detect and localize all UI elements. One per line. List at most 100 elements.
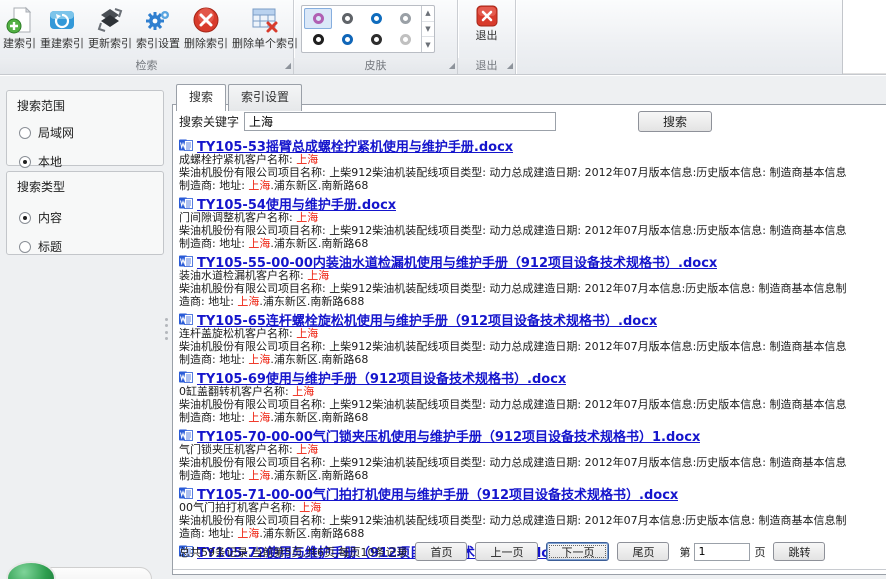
last-page-button[interactable]: 尾页 bbox=[617, 542, 669, 561]
gallery-scroll-up-icon[interactable]: ▲ bbox=[422, 6, 434, 22]
ribbon-group-skin: ▲ ▼ ▼ 皮肤 ◢ bbox=[294, 0, 458, 74]
skin-office-purple-icon bbox=[313, 13, 324, 24]
lan-radio-icon[interactable] bbox=[19, 127, 31, 139]
highlighted-keyword: 上海 bbox=[296, 153, 318, 166]
update-index-label: 更新索引 bbox=[88, 37, 132, 50]
highlighted-keyword: 上海 bbox=[307, 269, 329, 282]
skin-tiles bbox=[302, 6, 421, 52]
result-title-link[interactable]: TY105-55-00-00内装油水道检漏机使用与维护手册（912项目设备技术规… bbox=[197, 252, 717, 271]
content-radio-icon[interactable] bbox=[19, 212, 31, 224]
search-scope-title: 搜索范围 bbox=[17, 97, 153, 114]
result-title-link[interactable]: TY105-54使用与维护手册.docx bbox=[197, 194, 396, 213]
skin-office-blue[interactable] bbox=[333, 30, 361, 51]
page-number-prefix: 第 bbox=[679, 544, 690, 560]
tab-search[interactable]: 搜索 bbox=[176, 84, 226, 111]
ribbon-group-index: 建索引 重建索引 更新索引 索引设置 bbox=[0, 0, 294, 74]
highlighted-keyword: 上海 bbox=[248, 353, 270, 366]
word-document-icon bbox=[179, 312, 193, 326]
highlighted-keyword: 上海 bbox=[248, 411, 270, 424]
ribbon: 建索引 重建索引 更新索引 索引设置 bbox=[0, 0, 886, 75]
update-index-icon bbox=[94, 4, 126, 36]
next-page-button[interactable]: 下一页 bbox=[546, 542, 609, 561]
delete-single-index-button[interactable]: 删除单个索引 bbox=[230, 3, 300, 51]
skin-gallery: ▲ ▼ ▼ bbox=[301, 5, 435, 53]
exit-button[interactable]: 退出 bbox=[473, 3, 501, 43]
first-page-button[interactable]: 首页 bbox=[415, 542, 467, 561]
search-keyword-label: 搜索关键字 bbox=[179, 113, 239, 130]
highlighted-keyword: 上海 bbox=[248, 469, 270, 482]
create-index-icon bbox=[4, 4, 36, 36]
result-title-link[interactable]: TY105-53摇臂总成螺栓拧紧机使用与维护手册.docx bbox=[197, 136, 513, 155]
gallery-scroll-down-icon[interactable]: ▼ bbox=[422, 22, 434, 38]
skin-office-light[interactable] bbox=[391, 30, 419, 51]
index-settings-button[interactable]: 索引设置 bbox=[134, 3, 182, 51]
result-title-link[interactable]: TY105-69使用与维护手册（912项目设备技术规格书）.docx bbox=[197, 368, 566, 387]
highlighted-keyword: 上海 bbox=[248, 237, 270, 250]
highlighted-keyword: 上海 bbox=[248, 179, 270, 192]
update-index-button[interactable]: 更新索引 bbox=[86, 3, 134, 51]
radio-content[interactable]: 内容 bbox=[19, 209, 153, 226]
prev-page-button[interactable]: 上一页 bbox=[475, 542, 538, 561]
search-input[interactable] bbox=[244, 112, 556, 131]
goto-page-button[interactable]: 跳转 bbox=[773, 542, 825, 561]
result-item: TY105-71-00-00气门拍打机使用与维护手册（912项目设备技术规格书）… bbox=[179, 485, 878, 540]
delete-index-icon bbox=[190, 4, 222, 36]
search-row: 搜索关键字 搜索 bbox=[179, 111, 712, 132]
result-title-link[interactable]: TY105-70-00-00气门锁夹压机使用与维护手册（912项目设备技术规格书… bbox=[197, 426, 700, 445]
result-snippet: 0缸盖翻转机客户名称: 上海 柴油机股份有限公司项目名称: 上柴912柴油机装配… bbox=[179, 385, 878, 424]
skin-office-light-icon bbox=[400, 34, 411, 45]
title-radio-icon[interactable] bbox=[19, 241, 31, 253]
local-radio-icon[interactable] bbox=[19, 156, 31, 168]
dialog-launcher-icon[interactable]: ◢ bbox=[507, 58, 513, 73]
result-item: TY105-54使用与维护手册.docx 门间隙调整机客户名称: 上海 柴油机股… bbox=[179, 195, 878, 250]
results-list: TY105-53摇臂总成螺栓拧紧机使用与维护手册.docx 成螺栓拧紧机客户名称… bbox=[179, 137, 878, 562]
create-index-label: 建索引 bbox=[3, 37, 36, 50]
highlighted-keyword: 上海 bbox=[292, 385, 314, 398]
gallery-dropdown-icon[interactable]: ▼ bbox=[422, 37, 434, 52]
dialog-launcher-icon[interactable]: ◢ bbox=[285, 58, 291, 73]
index-settings-label: 索引设置 bbox=[136, 37, 180, 50]
search-type-title: 搜索类型 bbox=[17, 178, 153, 195]
result-item: TY105-69使用与维护手册（912项目设备技术规格书）.docx 0缸盖翻转… bbox=[179, 369, 878, 424]
rebuild-index-icon bbox=[46, 4, 78, 36]
word-document-icon bbox=[179, 370, 193, 384]
delete-single-index-label: 删除单个索引 bbox=[232, 37, 298, 50]
highlighted-keyword: 上海 bbox=[299, 501, 321, 514]
tab-index-settings[interactable]: 索引设置 bbox=[228, 84, 302, 111]
create-index-button[interactable]: 建索引 bbox=[1, 3, 38, 51]
page-number-input[interactable] bbox=[694, 543, 750, 561]
word-document-icon bbox=[179, 486, 193, 500]
skin-outlook-blue-icon bbox=[371, 13, 382, 24]
result-title-link[interactable]: TY105-71-00-00气门拍打机使用与维护手册（912项目设备技术规格书）… bbox=[197, 484, 678, 503]
exit-label: 退出 bbox=[476, 29, 498, 42]
search-button[interactable]: 搜索 bbox=[638, 111, 712, 132]
result-snippet: 装油水道检漏机客户名称: 上海 柴油机股份有限公司项目名称: 上柴912柴油机装… bbox=[179, 269, 878, 308]
pagination-bar: 总共59条记录,当前第5页,共6页,每页10条记录 首页 上一页 下一页 尾页 … bbox=[179, 542, 825, 561]
skin-outlook-blue[interactable] bbox=[362, 8, 390, 29]
rebuild-index-button[interactable]: 重建索引 bbox=[38, 3, 86, 51]
splitter-handle[interactable] bbox=[165, 318, 169, 340]
skin-office-black[interactable] bbox=[362, 30, 390, 51]
highlighted-keyword: 上海 bbox=[296, 443, 318, 456]
delete-index-button[interactable]: 删除索引 bbox=[182, 3, 230, 51]
delete-single-index-icon bbox=[249, 4, 281, 36]
tabstrip: 搜索 索引设置 bbox=[176, 83, 304, 110]
skin-outlook-light[interactable] bbox=[391, 8, 419, 29]
radio-lan[interactable]: 局域网 bbox=[19, 124, 153, 141]
word-document-icon bbox=[179, 254, 193, 268]
skin-gallery-scrollbar: ▲ ▼ ▼ bbox=[421, 6, 434, 52]
search-type-groupbox: 搜索类型 内容 标题 bbox=[6, 171, 164, 255]
ribbon-right-margin bbox=[843, 0, 886, 74]
skin-office-dark-gray[interactable] bbox=[333, 8, 361, 29]
dialog-launcher-icon[interactable]: ◢ bbox=[449, 58, 455, 73]
radio-local[interactable]: 本地 bbox=[19, 153, 153, 170]
exit-icon bbox=[475, 4, 499, 28]
word-document-icon bbox=[179, 428, 193, 442]
group-caption-exit: 退出 ◢ bbox=[458, 58, 515, 74]
skin-office-purple[interactable] bbox=[304, 8, 332, 29]
skin-outlook-black[interactable] bbox=[304, 30, 332, 51]
rebuild-index-label: 重建索引 bbox=[40, 37, 84, 50]
radio-title[interactable]: 标题 bbox=[19, 238, 153, 255]
result-title-link[interactable]: TY105-65连杆螺栓旋松机使用与维护手册（912项目设备技术规格书）.doc… bbox=[197, 310, 657, 329]
result-snippet: 成螺栓拧紧机客户名称: 上海 柴油机股份有限公司项目名称: 上柴912柴油机装配… bbox=[179, 153, 878, 192]
